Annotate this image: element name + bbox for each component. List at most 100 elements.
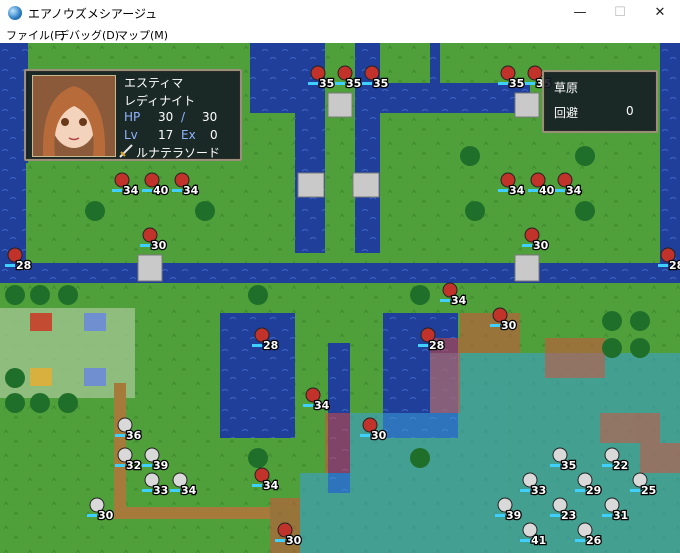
unit-hp-bar bbox=[303, 404, 313, 407]
unit-hp-bar bbox=[440, 299, 450, 302]
unit-hp-number: 40 bbox=[153, 184, 169, 197]
close-button[interactable]: ✕ bbox=[640, 0, 680, 26]
unit-hp-bar bbox=[575, 489, 585, 492]
unit-hp-number: 34 bbox=[509, 184, 525, 197]
minimize-button[interactable]: — bbox=[560, 0, 600, 26]
unit-hp-bar bbox=[602, 514, 612, 517]
unit-hp-number: 34 bbox=[566, 184, 582, 197]
terrain-info-panel: 草原 回避 0 bbox=[542, 70, 658, 133]
menu-file[interactable]: ファイル(F) bbox=[6, 27, 65, 43]
unit-hp-number: 34 bbox=[451, 294, 467, 307]
unit-hp-bar bbox=[575, 539, 585, 542]
unit-class: レディナイト bbox=[124, 94, 196, 108]
unit-hp-number: 35 bbox=[561, 459, 576, 472]
avoid-value: 0 bbox=[626, 104, 634, 118]
unit-hp-number: 25 bbox=[641, 484, 656, 497]
unit-hp-bar bbox=[555, 189, 565, 192]
unit-hp-number: 28 bbox=[16, 259, 31, 272]
unit-hp-number: 30 bbox=[286, 534, 302, 547]
unit-hp-number: 30 bbox=[501, 319, 517, 332]
sword-icon bbox=[119, 144, 133, 158]
unit-hp-bar bbox=[115, 434, 125, 437]
unit-hp-bar bbox=[630, 489, 640, 492]
unit-hp-bar bbox=[112, 189, 122, 192]
unit-hp-bar bbox=[275, 539, 285, 542]
unit-hp-number: 28 bbox=[669, 259, 680, 272]
unit-hp-bar bbox=[360, 434, 370, 437]
unit-hp-bar bbox=[142, 189, 152, 192]
unit-hp-bar bbox=[525, 82, 535, 85]
unit-hp-number: 33 bbox=[153, 484, 168, 497]
unit-hp-bar bbox=[308, 82, 318, 85]
unit-status-panel: エスティマ レディナイト HP 30 / 30 Lv 17 Ex 0 ルナテラソ… bbox=[24, 69, 242, 161]
unit-hp-number: 35 bbox=[319, 77, 334, 90]
unit-hp-bar bbox=[170, 489, 180, 492]
hp-value: 30 bbox=[158, 110, 174, 124]
exp-label: Ex bbox=[181, 128, 196, 142]
unit-hp-number: 35 bbox=[346, 77, 361, 90]
unit-hp-number: 39 bbox=[153, 459, 168, 472]
unit-hp-bar bbox=[495, 514, 505, 517]
unit-hp-bar bbox=[252, 344, 262, 347]
unit-hp-number: 32 bbox=[126, 459, 141, 472]
unit-hp-number: 36 bbox=[126, 429, 142, 442]
menu-debug[interactable]: デバッグ(D) bbox=[58, 27, 119, 43]
unit-hp-number: 35 bbox=[509, 77, 524, 90]
level-label: Lv bbox=[124, 128, 138, 142]
hp-label: HP bbox=[124, 110, 141, 124]
unit-hp-number: 39 bbox=[506, 509, 521, 522]
window-title: エアノウズメシアージュ bbox=[28, 7, 158, 21]
unit-name: エスティマ bbox=[124, 76, 184, 90]
game-viewport[interactable]: 35 35 35 35 35 34 40 34 34 40 34 30 30 28 28 34 30 28 28 34… bbox=[0, 43, 680, 553]
unit-hp-number: 33 bbox=[531, 484, 546, 497]
unit-hp-number: 40 bbox=[539, 184, 555, 197]
unit-hp-bar bbox=[140, 244, 150, 247]
weapon-name: ルナテラソード bbox=[136, 146, 221, 160]
unit-hp-number: 23 bbox=[561, 509, 576, 522]
unit-hp-bar bbox=[172, 189, 182, 192]
app-icon bbox=[8, 6, 22, 20]
unit-hp-bar bbox=[528, 189, 538, 192]
unit-hp-bar bbox=[5, 264, 15, 267]
exp-value: 0 bbox=[210, 128, 218, 142]
unit-hp-number: 31 bbox=[613, 509, 628, 522]
unit-hp-bar bbox=[520, 539, 530, 542]
unit-hp-bar bbox=[490, 324, 500, 327]
unit-hp-bar bbox=[522, 244, 532, 247]
unit-hp-bar bbox=[498, 82, 508, 85]
hp-separator: / bbox=[181, 110, 186, 124]
unit-hp-number: 28 bbox=[263, 339, 278, 352]
hp-max-value: 30 bbox=[202, 110, 218, 124]
unit-hp-number: 35 bbox=[373, 77, 388, 90]
unit-hp-number: 26 bbox=[586, 534, 602, 547]
title-bar: エアノウズメシアージュ — ☐ ✕ bbox=[0, 0, 680, 26]
unit-hp-number: 41 bbox=[531, 534, 546, 547]
unit-hp-number: 30 bbox=[98, 509, 114, 522]
unit-hp-bar bbox=[252, 484, 262, 487]
unit-hp-bar bbox=[87, 514, 97, 517]
unit-hp-number: 22 bbox=[613, 459, 628, 472]
unit-hp-number: 30 bbox=[371, 429, 387, 442]
unit-hp-bar bbox=[658, 264, 668, 267]
unit-hp-bar bbox=[602, 464, 612, 467]
unit-hp-bar bbox=[142, 464, 152, 467]
unit-hp-number: 34 bbox=[263, 479, 279, 492]
unit-hp-bar bbox=[550, 514, 560, 517]
unit-hp-number: 30 bbox=[533, 239, 549, 252]
unit-hp-number: 34 bbox=[183, 184, 199, 197]
menu-map[interactable]: マップ(M) bbox=[117, 27, 168, 43]
unit-hp-bar bbox=[418, 344, 428, 347]
terrain-name: 草原 bbox=[554, 81, 579, 95]
unit-hp-number: 34 bbox=[181, 484, 197, 497]
avoid-label: 回避 bbox=[554, 106, 579, 120]
menu-bar: ファイル(F) デバッグ(D) マップ(M) bbox=[0, 26, 680, 43]
unit-hp-bar bbox=[115, 464, 125, 467]
unit-hp-bar bbox=[142, 489, 152, 492]
unit-hp-number: 29 bbox=[586, 484, 601, 497]
unit-hp-bar bbox=[362, 82, 372, 85]
unit-hp-bar bbox=[335, 82, 345, 85]
unit-hp-bar bbox=[550, 464, 560, 467]
maximize-button[interactable]: ☐ bbox=[600, 0, 640, 26]
unit-hp-number: 28 bbox=[429, 339, 444, 352]
unit-hp-bar bbox=[498, 189, 508, 192]
